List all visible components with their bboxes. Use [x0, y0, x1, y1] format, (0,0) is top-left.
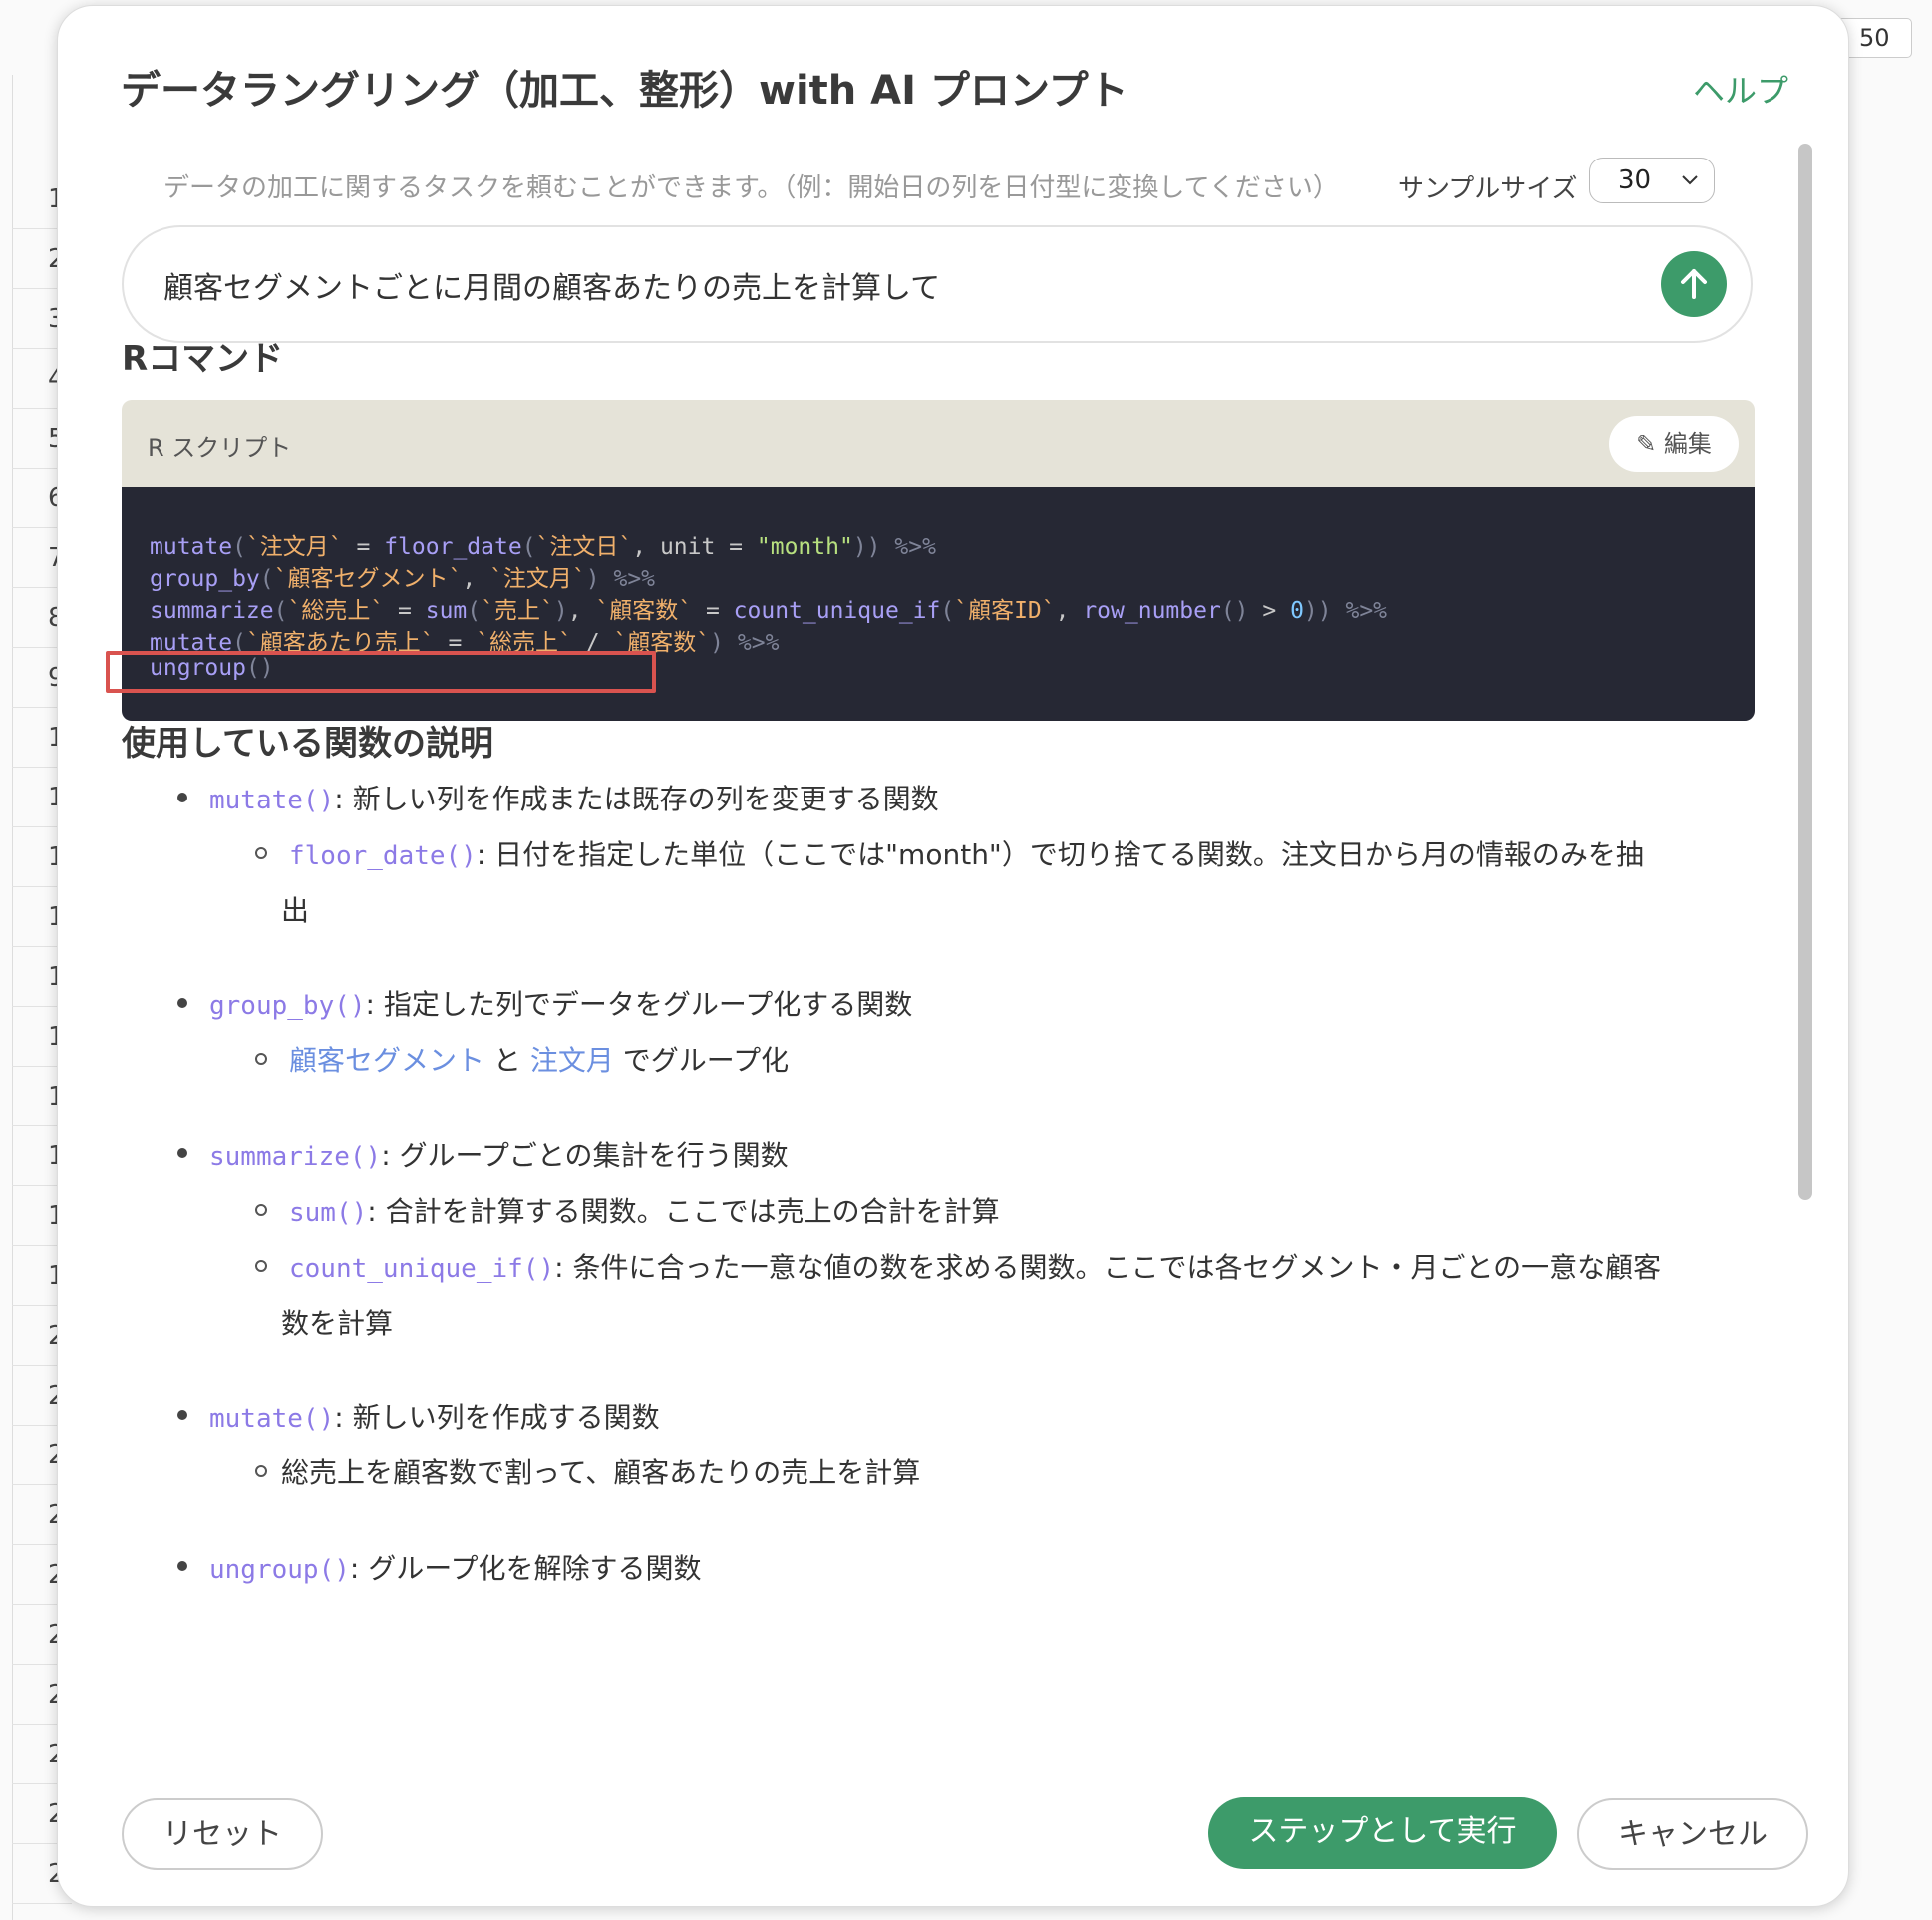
dialog-scroll-area[interactable]: データの加工に関するタスクを頼むことができます。（例：開始日の列を日付型に変換し… — [58, 134, 1850, 1749]
run-as-step-button[interactable]: ステップとして実行 — [1208, 1797, 1557, 1869]
dialog-title: データラングリング（加工、整形）with AI プロンプト — [121, 68, 1128, 114]
code-line-1: mutate(`注文月` = floor_date(`注文日`, unit = … — [150, 534, 936, 560]
sub-bullet-icon — [255, 847, 267, 859]
desc-mutate-text: : 新しい列を作成または既存の列を変更する関数 — [334, 783, 939, 815]
sample-size-select[interactable]: 30 — [1589, 158, 1715, 203]
r-script-header: R スクリプト ✎ 編集 — [122, 400, 1755, 487]
sub-bullet-icon — [255, 1260, 267, 1272]
desc-floor-date-cont: 出 — [281, 894, 310, 927]
desc-group-cols: 顧客セグメント と 注文月 でグループ化 — [289, 1039, 789, 1079]
edit-button-label: 編集 — [1663, 430, 1712, 458]
sub-bullet-icon — [255, 1465, 267, 1477]
desc-ungroup: ungroup(): グループ化を解除する関数 — [209, 1547, 702, 1587]
desc-mutate-2-text: : 新しい列を作成する関数 — [334, 1401, 660, 1434]
help-link[interactable]: ヘルプ — [1693, 66, 1788, 112]
bullet-icon — [177, 1148, 187, 1158]
reset-button[interactable]: リセット — [122, 1798, 323, 1870]
arrow-up-icon — [1681, 269, 1707, 299]
r-command-heading: Rコマンド — [122, 339, 284, 379]
group-tail-text: でグループ化 — [622, 1044, 790, 1077]
functions-heading: 使用している関数の説明 — [122, 724, 493, 764]
fn-floor-date: floor_date() — [289, 841, 477, 871]
desc-group-by: group_by(): 指定した列でデータをグループ化する関数 — [209, 983, 912, 1023]
and-text: と — [492, 1044, 521, 1077]
ai-prompt-dialog: データラングリング（加工、整形）with AI プロンプト ヘルプ データの加工… — [57, 5, 1849, 1907]
desc-group-by-text: : 指定した列でデータをグループ化する関数 — [365, 988, 913, 1021]
chevron-down-icon — [1680, 159, 1700, 218]
highlight-box — [106, 651, 656, 693]
cancel-button[interactable]: キャンセル — [1577, 1798, 1808, 1870]
desc-count-unique-if-cont: 数を計算 — [281, 1307, 394, 1340]
fn-mutate: mutate() — [209, 786, 335, 815]
desc-floor-date-text: : 日付を指定した単位（ここでは"month"）で切り捨てる関数。注文日から月の… — [476, 838, 1644, 871]
desc-count-unique-if-text: : 条件に合った一意な値の数を求める関数。ここでは各セグメント・月ごとの一意な顧… — [554, 1251, 1662, 1284]
send-button[interactable] — [1661, 251, 1727, 317]
fn-summarize: summarize() — [209, 1142, 382, 1172]
fn-group-by: group_by() — [209, 991, 366, 1021]
code-line-2: group_by(`顧客セグメント`, `注文月`) %>% — [150, 566, 656, 592]
col-order-month: 注文月 — [529, 1044, 614, 1077]
desc-summarize: summarize(): グループごとの集計を行う関数 — [209, 1134, 789, 1174]
edit-icon: ✎ — [1636, 430, 1657, 458]
scrollbar-thumb[interactable] — [1798, 144, 1812, 1200]
fn-count-unique-if: count_unique_if() — [289, 1254, 555, 1284]
desc-mutate-2-sub: 総売上を顧客数で割って、顧客あたりの売上を計算 — [281, 1456, 921, 1489]
fn-sum: sum() — [289, 1198, 368, 1228]
desc-count-unique-if: count_unique_if(): 条件に合った一意な値の数を求める関数。ここ… — [289, 1246, 1661, 1286]
bullet-icon — [177, 793, 187, 802]
prompt-hint: データの加工に関するタスクを頼むことができます。（例：開始日の列を日付型に変換し… — [163, 173, 1339, 203]
sample-size-label: サンプルサイズ — [1398, 174, 1578, 204]
fn-mutate-2: mutate() — [209, 1404, 335, 1434]
sub-bullet-icon — [255, 1053, 267, 1065]
desc-sum: sum(): 合計を計算する関数。ここでは売上の合計を計算 — [289, 1190, 1000, 1230]
desc-sum-text: : 合計を計算する関数。ここでは売上の合計を計算 — [367, 1195, 1000, 1228]
r-script-label: R スクリプト — [148, 434, 292, 462]
bullet-icon — [177, 998, 187, 1008]
desc-mutate-2: mutate(): 新しい列を作成する関数 — [209, 1396, 660, 1436]
prompt-input-value: 顧客セグメントごとに月間の顧客あたりの売上を計算して — [163, 271, 941, 306]
bullet-icon — [177, 1561, 187, 1571]
desc-mutate: mutate(): 新しい列を作成または既存の列を変更する関数 — [209, 778, 939, 817]
desc-summarize-text: : グループごとの集計を行う関数 — [381, 1139, 789, 1172]
bullet-icon — [177, 1410, 187, 1420]
prompt-input[interactable]: 顧客セグメントごとに月間の顧客あたりの売上を計算して — [122, 225, 1753, 343]
sample-size-value: 30 — [1618, 165, 1652, 195]
col-customer-segment: 顧客セグメント — [289, 1044, 485, 1077]
desc-ungroup-text: : グループ化を解除する関数 — [349, 1552, 702, 1585]
fn-ungroup: ungroup() — [209, 1555, 350, 1585]
edit-button[interactable]: ✎ 編集 — [1609, 416, 1739, 472]
sub-bullet-icon — [255, 1204, 267, 1216]
desc-floor-date: floor_date(): 日付を指定した単位（ここでは"month"）で切り捨… — [289, 833, 1644, 873]
code-line-3: summarize(`総売上` = sum(`売上`), `顧客数` = cou… — [150, 598, 1388, 624]
